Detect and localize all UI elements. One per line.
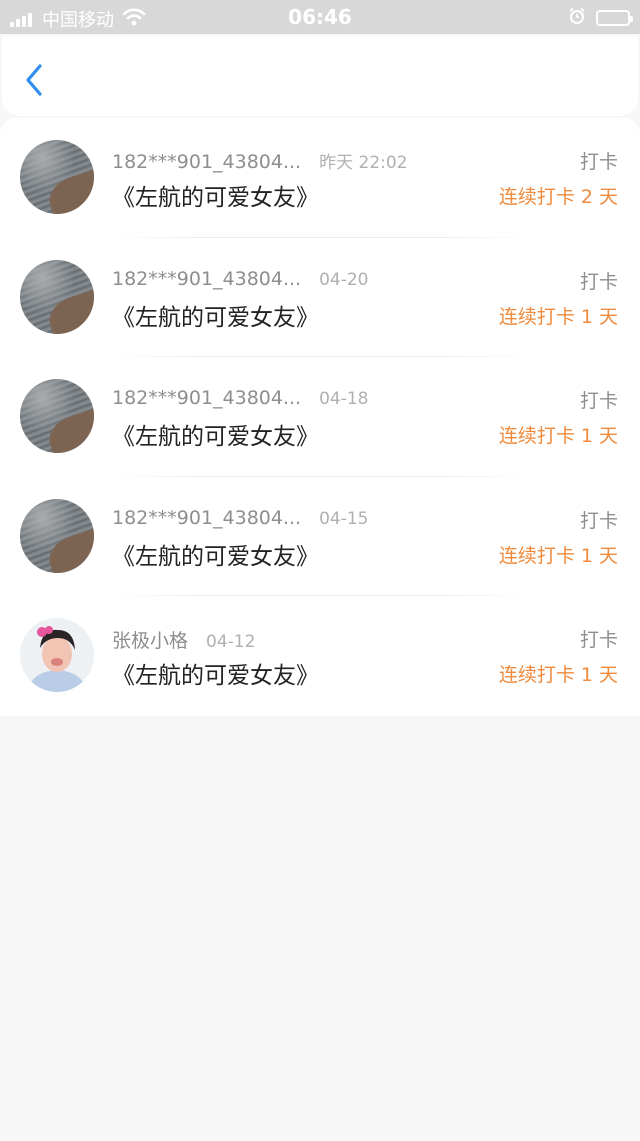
checkin-label: 打卡 [579,629,618,652]
post-date: 昨天 22:02 [319,153,408,173]
back-button[interactable] [20,62,50,98]
user-name[interactable]: 182***901_43804... [112,268,301,290]
streak-label: 连续打卡 1 天 [498,305,618,328]
name-line: 182***901_43804... 04-18 [112,387,369,409]
avatar[interactable] [20,379,94,454]
user-name[interactable]: 182***901_43804... [112,387,301,409]
user-name[interactable]: 张极小格 [112,626,188,653]
nav-bar [2,36,638,116]
name-line: 张极小格 04-12 [112,626,255,653]
streak-label: 连续打卡 1 天 [498,425,618,448]
checkin-label: 打卡 [579,151,618,173]
streak-label: 连续打卡 1 天 [498,544,618,567]
book-title[interactable]: 《左航的可爱女友》 [112,537,319,571]
name-line: 182***901_43804... 04-15 [112,507,369,529]
list-item[interactable]: 182***901_43804... 04-15 《左航的可爱女友》 打卡 连续… [0,477,640,597]
chevron-left-icon [26,64,42,96]
list-item[interactable]: 182***901_43804... 04-20 《左航的可爱女友》 打卡 连续… [0,238,640,358]
book-title[interactable]: 《左航的可爱女友》 [112,178,319,212]
avatar[interactable] [20,498,94,573]
book-title[interactable]: 《左航的可爱女友》 [112,298,319,332]
avatar[interactable] [20,140,94,214]
list-item[interactable]: 182***901_43804... 昨天 22:02 《左航的可爱女友》 打卡… [0,118,640,238]
clock-time: 06:46 [288,5,352,29]
checkin-label: 打卡 [579,509,618,532]
name-line: 182***901_43804... 昨天 22:02 [112,148,408,173]
post-date: 04-15 [319,508,369,529]
person-avatar-image [20,618,94,693]
list-item[interactable]: 张极小格 04-12 《左航的可爱女友》 打卡 连续打卡 1 天 [0,596,640,716]
list-item[interactable]: 182***901_43804... 04-18 《左航的可爱女友》 打卡 连续… [0,357,640,477]
status-bar: 中国移动 06:46 [0,0,640,34]
avatar[interactable] [20,259,94,334]
avatar[interactable] [20,618,94,693]
checkin-list: 182***901_43804... 昨天 22:02 《左航的可爱女友》 打卡… [0,118,640,716]
streak-label: 连续打卡 1 天 [498,664,618,687]
user-name[interactable]: 182***901_43804... [112,507,301,529]
book-title[interactable]: 《左航的可爱女友》 [112,417,319,451]
checkin-label: 打卡 [579,390,618,413]
user-name[interactable]: 182***901_43804... [112,151,301,173]
post-date: 04-12 [206,632,256,653]
alarm-icon [568,7,586,29]
checkin-label: 打卡 [579,270,618,293]
battery-icon [596,10,633,26]
post-date: 04-18 [319,389,369,410]
book-title[interactable]: 《左航的可爱女友》 [112,656,319,690]
post-date: 04-20 [319,269,369,290]
name-line: 182***901_43804... 04-20 [112,268,369,290]
streak-label: 连续打卡 2 天 [498,186,618,208]
status-right [568,7,633,29]
